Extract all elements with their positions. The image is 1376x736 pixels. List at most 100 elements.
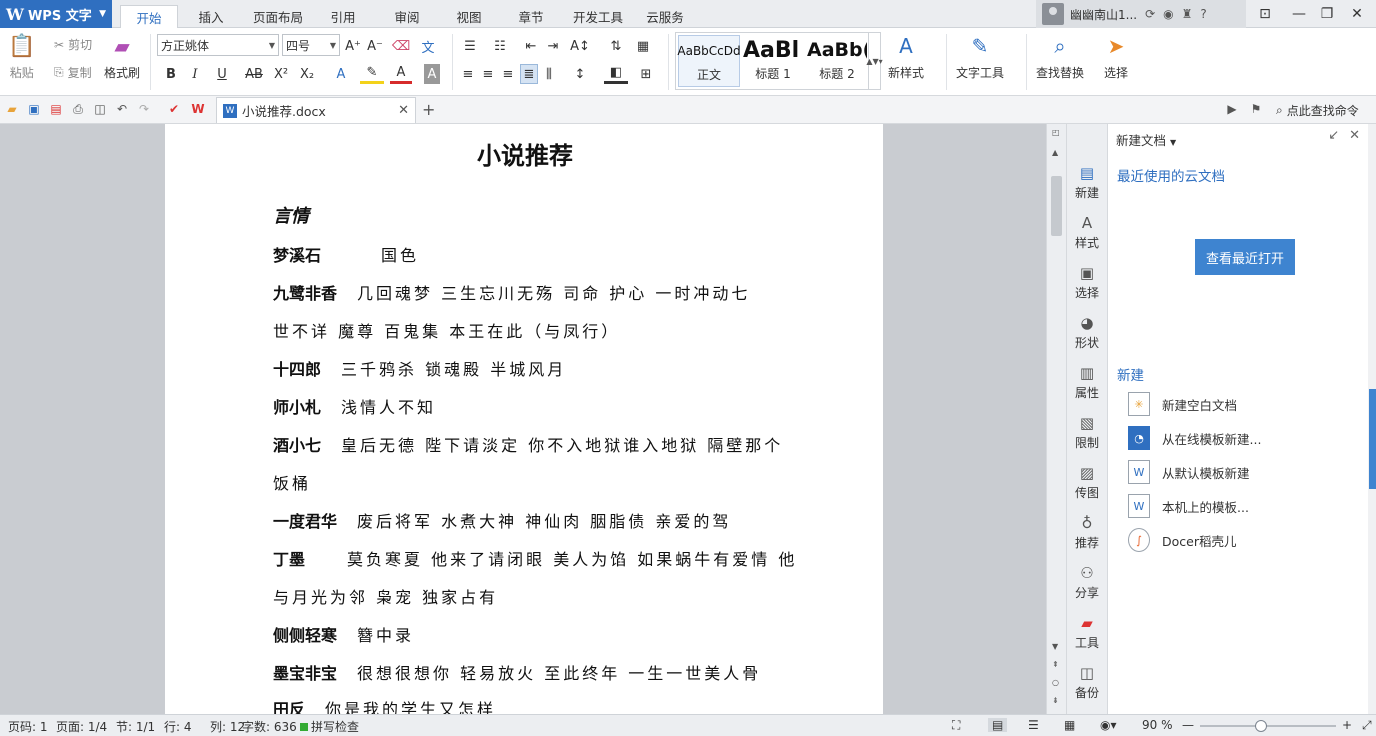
style-normal[interactable]: AaBbCcDd 正文 xyxy=(677,35,741,87)
tab-developer[interactable]: 开发工具 xyxy=(568,5,628,28)
print-icon[interactable]: ⎙ xyxy=(70,101,86,117)
subscript-icon[interactable]: X₂ xyxy=(298,64,316,84)
maximize-button[interactable]: ❐ xyxy=(1312,0,1342,28)
local-templates[interactable]: W 本机上的模板... xyxy=(1128,494,1249,518)
tab-references[interactable]: 引用 xyxy=(320,5,366,28)
new-from-online-template[interactable]: ◔ 从在线模板新建... xyxy=(1128,426,1261,450)
section[interactable]: 节: 1/1 xyxy=(116,718,155,735)
split-icon[interactable]: ◰ xyxy=(1052,128,1060,137)
pin-icon[interactable]: ✔ xyxy=(166,101,182,117)
text-line[interactable]: 师小札 浅情人不知 xyxy=(273,394,436,418)
column-number[interactable]: 列: 12 xyxy=(210,718,245,735)
text-line[interactable]: 一度君华 废后将军 水煮大神 神仙肉 胭脂债 亲爱的驾 xyxy=(273,508,731,532)
align-right-icon[interactable]: ≡ xyxy=(500,64,516,84)
italic-icon[interactable]: I xyxy=(186,64,204,84)
shrink-font-icon[interactable]: A⁻ xyxy=(366,36,384,56)
fit-icon[interactable]: ⤢ xyxy=(1362,718,1372,733)
justify-icon[interactable]: ≣ xyxy=(520,64,538,84)
new-style-button[interactable]: A 新样式 xyxy=(888,34,924,81)
row-number[interactable]: 行: 4 xyxy=(164,718,192,735)
sidebar-item-style[interactable]: A 样式 xyxy=(1067,214,1107,251)
distribute-icon[interactable]: ⫼ xyxy=(540,64,558,84)
borders-icon[interactable]: ⊞ xyxy=(634,64,658,84)
text-line[interactable]: 墨宝非宝 很想很想你 轻易放火 至此终年 一生一世美人骨 xyxy=(273,660,761,684)
scroll-down-icon[interactable]: ▼ xyxy=(1052,642,1058,651)
close-icon[interactable]: ✕ xyxy=(1349,128,1360,143)
help-icon[interactable]: ? xyxy=(1200,7,1206,21)
document-title[interactable]: 小说推荐 xyxy=(165,136,883,171)
sidebar-item-select[interactable]: ▣ 选择 xyxy=(1067,264,1107,301)
document-tab[interactable]: W 小说推荐.docx ✕ xyxy=(216,97,416,123)
table-icon[interactable]: ▦ xyxy=(634,36,652,56)
close-icon[interactable]: ✕ xyxy=(398,103,409,118)
font-name-select[interactable]: 方正姚体 ▼ xyxy=(157,34,279,56)
zoom-level[interactable]: 90 % xyxy=(1142,718,1173,732)
document-page[interactable]: 小说推荐 言情 梦溪石 国色 九鹭非香 几回魂梦 三生忘川无殇 司命 护心 一时冲动… xyxy=(165,124,883,714)
sync-icon[interactable]: ⟳ xyxy=(1145,7,1155,21)
find-replace-button[interactable]: ⌕ 查找替换 xyxy=(1036,34,1084,81)
browse-object-icon[interactable]: ○ xyxy=(1052,678,1059,687)
font-size-select[interactable]: 四号 ▼ xyxy=(282,34,340,56)
web-view-icon[interactable]: ▦ xyxy=(1064,718,1075,732)
align-left-icon[interactable]: ≡ xyxy=(460,64,476,84)
user-area[interactable]: 幽幽南山1... ⟳ ◉ ♜ ? xyxy=(1036,0,1246,28)
bullets-icon[interactable]: ☰ xyxy=(458,36,482,56)
sidebar-item-share[interactable]: ⚇ 分享 xyxy=(1067,564,1107,601)
outline-view-icon[interactable]: ☰ xyxy=(1028,718,1039,732)
pdf-icon[interactable]: ▤ xyxy=(48,101,64,117)
sidebar-item-tools[interactable]: ▰ 工具 xyxy=(1067,614,1107,651)
font-color-icon[interactable]: A xyxy=(390,64,412,84)
sidebar-item-backup[interactable]: ◫ 备份 xyxy=(1067,664,1107,701)
avatar[interactable] xyxy=(1042,3,1064,25)
sidebar-item-properties[interactable]: ▥ 属性 xyxy=(1067,364,1107,401)
user-name[interactable]: 幽幽南山1... xyxy=(1070,6,1137,23)
tab-chapter[interactable]: 章节 xyxy=(508,5,554,28)
text-line[interactable]: 酒小七 皇后无德 陛下请淡定 你不入地狱谁入地狱 隔壁那个 xyxy=(273,432,783,456)
sidebar-item-restrict[interactable]: ▧ 限制 xyxy=(1067,414,1107,451)
print-preview-icon[interactable]: ◫ xyxy=(92,101,108,117)
highlight-icon[interactable]: ✎ xyxy=(360,64,384,84)
style-heading-1[interactable]: AaBl 标题 1 xyxy=(742,35,804,87)
superscript-icon[interactable]: X² xyxy=(272,64,290,84)
strikethrough-icon[interactable]: AB xyxy=(240,64,268,84)
zoom-out-icon[interactable]: — xyxy=(1182,718,1194,732)
open-icon[interactable]: ▰ xyxy=(4,101,20,117)
shading-icon[interactable]: ◧ xyxy=(604,64,628,84)
char-shading-icon[interactable]: A xyxy=(424,64,440,84)
sidebar-item-new[interactable]: ▤ 新建 xyxy=(1067,164,1107,201)
clear-format-icon[interactable]: ⌫ xyxy=(392,36,410,56)
eye-protect-icon[interactable]: ◉▾ xyxy=(1100,718,1117,732)
text-effect-icon[interactable]: A xyxy=(330,64,352,84)
restore-ribbon-icon[interactable]: ⊡ xyxy=(1250,0,1280,28)
style-scroll[interactable]: ▲▼▾ xyxy=(866,33,883,89)
shirt-icon[interactable]: ♜ xyxy=(1182,7,1193,21)
increase-indent-icon[interactable]: ⇥ xyxy=(544,36,562,56)
decrease-indent-icon[interactable]: ⇤ xyxy=(522,36,540,56)
redo-icon[interactable]: ↷ xyxy=(136,101,152,117)
zoom-slider[interactable] xyxy=(1200,720,1336,732)
genre-heading[interactable]: 言情 xyxy=(273,202,309,228)
new-blank-doc[interactable]: ✳ 新建空白文档 xyxy=(1128,392,1237,416)
word-count[interactable]: 字数: 636 xyxy=(242,718,297,735)
text-line[interactable]: 田反 你是我的学生又怎样 xyxy=(273,696,496,714)
skin-icon[interactable]: ◉ xyxy=(1163,7,1173,21)
text-line[interactable]: 饭桶 xyxy=(273,470,311,494)
tab-page-layout[interactable]: 页面布局 xyxy=(248,5,308,28)
copy-button[interactable]: ⎘ 复制 xyxy=(54,64,92,81)
grow-font-icon[interactable]: A⁺ xyxy=(344,36,362,56)
sidebar-item-upload-image[interactable]: ▨ 传图 xyxy=(1067,464,1107,501)
minimize-button[interactable]: — xyxy=(1284,0,1314,28)
underline-icon[interactable]: U xyxy=(210,64,234,84)
char-scale-icon[interactable]: A↕ xyxy=(568,36,592,56)
view-recent-button[interactable]: 查看最近打开 xyxy=(1195,239,1295,275)
undo-icon[interactable]: ↶ xyxy=(114,101,130,117)
app-menu-button[interactable]: W WPS 文字 ▼ xyxy=(0,0,112,28)
zoom-in-icon[interactable]: + xyxy=(1342,718,1352,732)
docer[interactable]: ∫ Docer稻壳儿 xyxy=(1128,528,1236,552)
tab-view[interactable]: 视图 xyxy=(446,5,492,28)
text-line[interactable]: 九鹭非香 几回魂梦 三生忘川无殇 司命 护心 一时冲动七 xyxy=(273,280,750,304)
settings-icon[interactable]: ⚑ xyxy=(1248,101,1264,117)
text-line[interactable]: 丁墨 莫负寒夏 他来了请闭眼 美人为馅 如果蜗牛有爱情 他 xyxy=(273,546,797,570)
text-line[interactable]: 世不详 魔尊 百鬼集 本王在此（与凤行） xyxy=(273,318,620,342)
text-line[interactable]: 十四郎 三千鸦杀 锁魂殿 半城风月 xyxy=(273,356,566,380)
